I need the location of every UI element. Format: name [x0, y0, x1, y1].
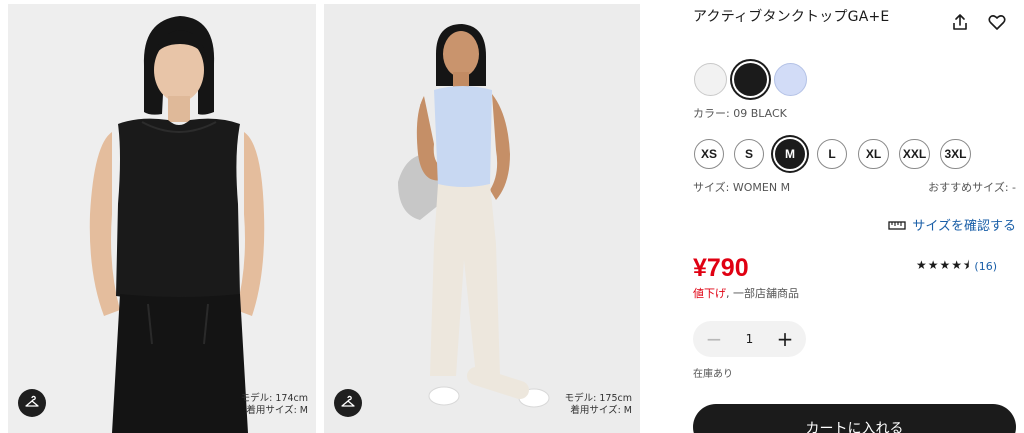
- selected-color-label: カラー: 09 BLACK: [693, 107, 787, 120]
- product-title: アクティブタンクトップGA+E: [693, 9, 890, 25]
- model-photo-blue: [324, 4, 640, 433]
- stock-status: 在庫あり: [693, 369, 733, 380]
- ruler-icon: [888, 220, 907, 230]
- sale-note: 一部店舗商品: [733, 287, 799, 300]
- size-option-m[interactable]: M: [775, 139, 805, 169]
- model-photo-black: [8, 4, 316, 433]
- model-size: 着用サイズ: M: [246, 405, 308, 416]
- rating[interactable]: ★★★★⯨ (16): [916, 256, 997, 277]
- product-page: モデル: 174cm 着用サイズ: M モデル: 175cm 着用サイズ: M …: [0, 0, 1024, 433]
- model-height: モデル: 175cm: [564, 393, 632, 404]
- add-to-cart-button[interactable]: カートに入れる: [693, 404, 1016, 433]
- size-option-l[interactable]: L: [817, 139, 847, 169]
- quantity-increase-button[interactable]: +: [776, 329, 794, 349]
- product-detail-panel: アクティブタンクトップGA+E カラー: 09 BLACK XS S M L X…: [693, 0, 1024, 433]
- color-swatch-black[interactable]: [734, 63, 767, 96]
- sale-separator: ,: [726, 287, 730, 300]
- product-photo-black[interactable]: モデル: 174cm 着用サイズ: M: [8, 4, 316, 433]
- color-swatch-light-blue[interactable]: [774, 63, 807, 96]
- product-photo-blue[interactable]: モデル: 175cm 着用サイズ: M: [324, 4, 640, 433]
- hanger-icon: [25, 395, 39, 407]
- sale-info: 値下げ, 一部店舗商品: [693, 285, 799, 301]
- add-to-cart-label: カートに入れる: [805, 421, 904, 433]
- size-option-3xl[interactable]: 3XL: [940, 139, 971, 169]
- selected-size-label: サイズ: WOMEN M: [693, 181, 791, 194]
- model-info: モデル: 174cm 着用サイズ: M: [241, 393, 308, 417]
- quantity-stepper: − 1 +: [693, 321, 806, 357]
- size-guide-link[interactable]: サイズを確認する: [888, 215, 1016, 234]
- size-option-xl[interactable]: XL: [858, 139, 889, 169]
- review-count-link[interactable]: (16): [974, 260, 997, 273]
- size-option-xs[interactable]: XS: [694, 139, 724, 169]
- rating-stars: ★★★★⯨: [916, 258, 971, 272]
- try-on-button[interactable]: [334, 389, 362, 417]
- try-on-button[interactable]: [18, 389, 46, 417]
- model-height: モデル: 174cm: [240, 393, 308, 404]
- product-price: ¥790: [693, 254, 749, 282]
- quantity-decrease-button[interactable]: −: [705, 329, 723, 349]
- color-swatch-white[interactable]: [694, 63, 727, 96]
- size-option-xxl[interactable]: XXL: [899, 139, 930, 169]
- quantity-value: 1: [745, 332, 754, 346]
- recommended-size-label: おすすめサイズ: -: [928, 181, 1016, 194]
- share-icon[interactable]: [950, 12, 970, 32]
- sale-tag: 値下げ: [693, 287, 726, 300]
- size-guide-label: サイズを確認する: [912, 219, 1016, 234]
- size-option-s[interactable]: S: [734, 139, 764, 169]
- model-size: 着用サイズ: M: [570, 405, 632, 416]
- hanger-icon: [341, 395, 355, 407]
- heart-icon[interactable]: [987, 12, 1007, 32]
- model-info: モデル: 175cm 着用サイズ: M: [565, 393, 632, 417]
